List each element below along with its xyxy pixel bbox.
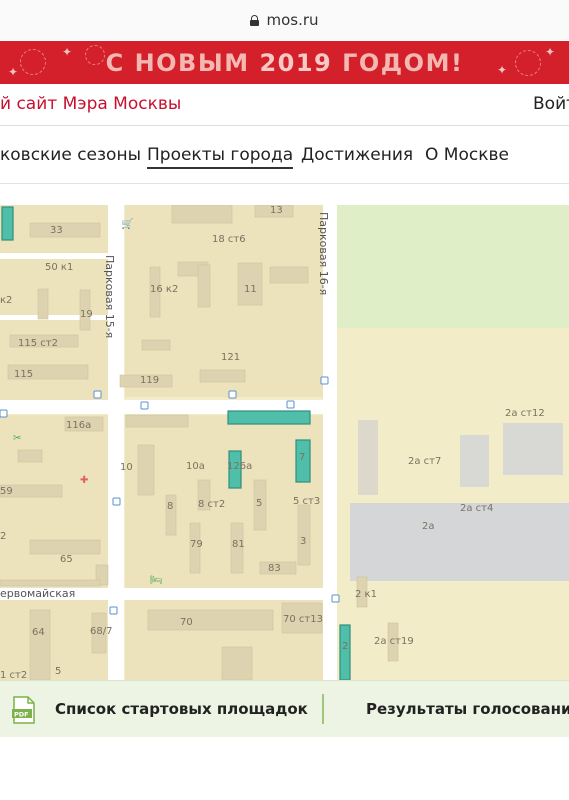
bus-stop-icon	[93, 390, 102, 399]
browser-address-bar[interactable]: mos.ru	[0, 0, 569, 40]
map-action-bar: PDF Список стартовых площадок Результаты…	[0, 680, 569, 737]
highlight-site	[1, 206, 14, 241]
voting-results-link[interactable]: Результаты голосования	[366, 700, 569, 718]
building-label: 126а	[227, 461, 252, 472]
new-year-banner[interactable]: ✦ ✦ ✦ ✦ С НОВЫМ 2019 ГОДОМ!	[0, 41, 569, 84]
page-blank-area	[0, 738, 569, 800]
map-view[interactable]: 🛒 ✂ ✚ 🛏 Парковая 15-я Парковая 16-я ерво…	[0, 205, 569, 680]
bus-stop-icon	[109, 606, 118, 615]
building-label: 59	[0, 486, 13, 497]
building-label: к2	[0, 295, 12, 306]
building-label: 2а ст19	[374, 636, 414, 647]
industrial-zone	[350, 503, 569, 581]
bus-stop-icon	[0, 409, 8, 418]
building-label: 2а	[422, 521, 435, 532]
building-label: 70 ст13	[283, 614, 323, 625]
highlight-site	[227, 410, 311, 425]
bus-stop-icon	[228, 390, 237, 399]
lock-icon	[250, 14, 260, 26]
salon-icon: ✂	[13, 433, 21, 444]
building-label: 121	[221, 352, 240, 363]
building-label: 50 к1	[45, 262, 73, 273]
building-label: 7	[299, 452, 305, 463]
building-label: 3	[300, 536, 306, 547]
building-label: 19	[80, 309, 93, 320]
building-label: 8 ст2	[198, 499, 225, 510]
highlight-site	[339, 624, 351, 680]
building-label: 10а	[186, 461, 205, 472]
nav-item-seasons[interactable]: ковские сезоны	[0, 145, 141, 165]
site-title[interactable]: й сайт Мэра Москвы	[0, 94, 181, 114]
pharmacy-icon: ✚	[80, 475, 88, 486]
bus-stop-icon	[112, 497, 121, 506]
building-label: 64	[32, 627, 45, 638]
building-label: 115 ст2	[18, 338, 58, 349]
city-block	[125, 415, 323, 680]
site-header: й сайт Мэра Москвы Войти	[0, 84, 569, 126]
building-label: 68/7	[90, 626, 112, 637]
start-sites-list-link[interactable]: Список стартовых площадок	[55, 700, 308, 718]
building-label: 16 к2	[150, 284, 178, 295]
svg-text:PDF: PDF	[14, 711, 29, 719]
building-label: 11	[244, 284, 257, 295]
building-label: 2	[342, 641, 348, 652]
login-link[interactable]: Войти	[533, 94, 569, 114]
shop-icon: 🛒	[121, 217, 133, 230]
building-label: 83	[268, 563, 281, 574]
divider	[322, 694, 324, 724]
building-label: 70	[180, 617, 193, 628]
building-label: 116а	[66, 420, 91, 431]
bus-stop-icon	[140, 401, 149, 410]
firework-decoration	[515, 50, 541, 76]
building-label: 5	[256, 498, 262, 509]
street-label: Парковая 15-я	[103, 255, 116, 338]
pdf-file-icon[interactable]: PDF	[12, 696, 36, 724]
building-label: 5	[55, 666, 61, 677]
bus-stop-icon	[286, 400, 295, 409]
building-label: 1 ст2	[0, 670, 27, 680]
bus-stop-icon	[331, 594, 340, 603]
building-label: 2а ст4	[460, 503, 493, 514]
building-label: 2 к1	[355, 589, 377, 600]
building-label: 79	[190, 539, 203, 550]
building-label: 81	[232, 539, 245, 550]
building-label: 13	[270, 205, 283, 216]
nav-item-city-projects[interactable]: Проекты города	[147, 145, 294, 169]
nav-item-about-moscow[interactable]: О Москве	[425, 145, 509, 165]
street-label: ервомайская	[0, 587, 75, 600]
building-label: 8	[167, 501, 173, 512]
building-label: 119	[140, 375, 159, 386]
browser-domain: mos.ru	[266, 11, 319, 29]
building-label: 65	[60, 554, 73, 565]
building-label: 33	[50, 225, 63, 236]
banner-greeting: С НОВЫМ 2019 ГОДОМ!	[105, 48, 464, 77]
sparkle-icon: ✦	[62, 45, 73, 59]
building-label: 5 ст3	[293, 496, 320, 507]
building-label: 18 ст6	[212, 234, 246, 245]
building-label: 2а ст12	[505, 408, 545, 419]
map-canvas[interactable]: 🛒 ✂ ✚ 🛏 Парковая 15-я Парковая 16-я ерво…	[0, 205, 569, 680]
street-label: Парковая 16-я	[317, 212, 330, 295]
sparkle-icon: ✦	[8, 65, 19, 79]
park-area	[330, 205, 569, 328]
nav-item-achievements[interactable]: Достижения	[301, 145, 413, 165]
building-label: 10	[120, 462, 133, 473]
building-label: 2а ст7	[408, 456, 441, 467]
sparkle-icon: ✦	[497, 63, 508, 77]
main-navigation: ковские сезоны Проекты города Достижения…	[0, 127, 569, 184]
hotel-icon: 🛏	[150, 575, 163, 586]
sparkle-icon: ✦	[545, 45, 556, 59]
bus-stop-icon	[320, 376, 329, 385]
building-label: 115	[14, 369, 33, 380]
building-label: 2	[0, 531, 6, 542]
firework-decoration	[85, 45, 105, 65]
firework-decoration	[20, 49, 46, 75]
